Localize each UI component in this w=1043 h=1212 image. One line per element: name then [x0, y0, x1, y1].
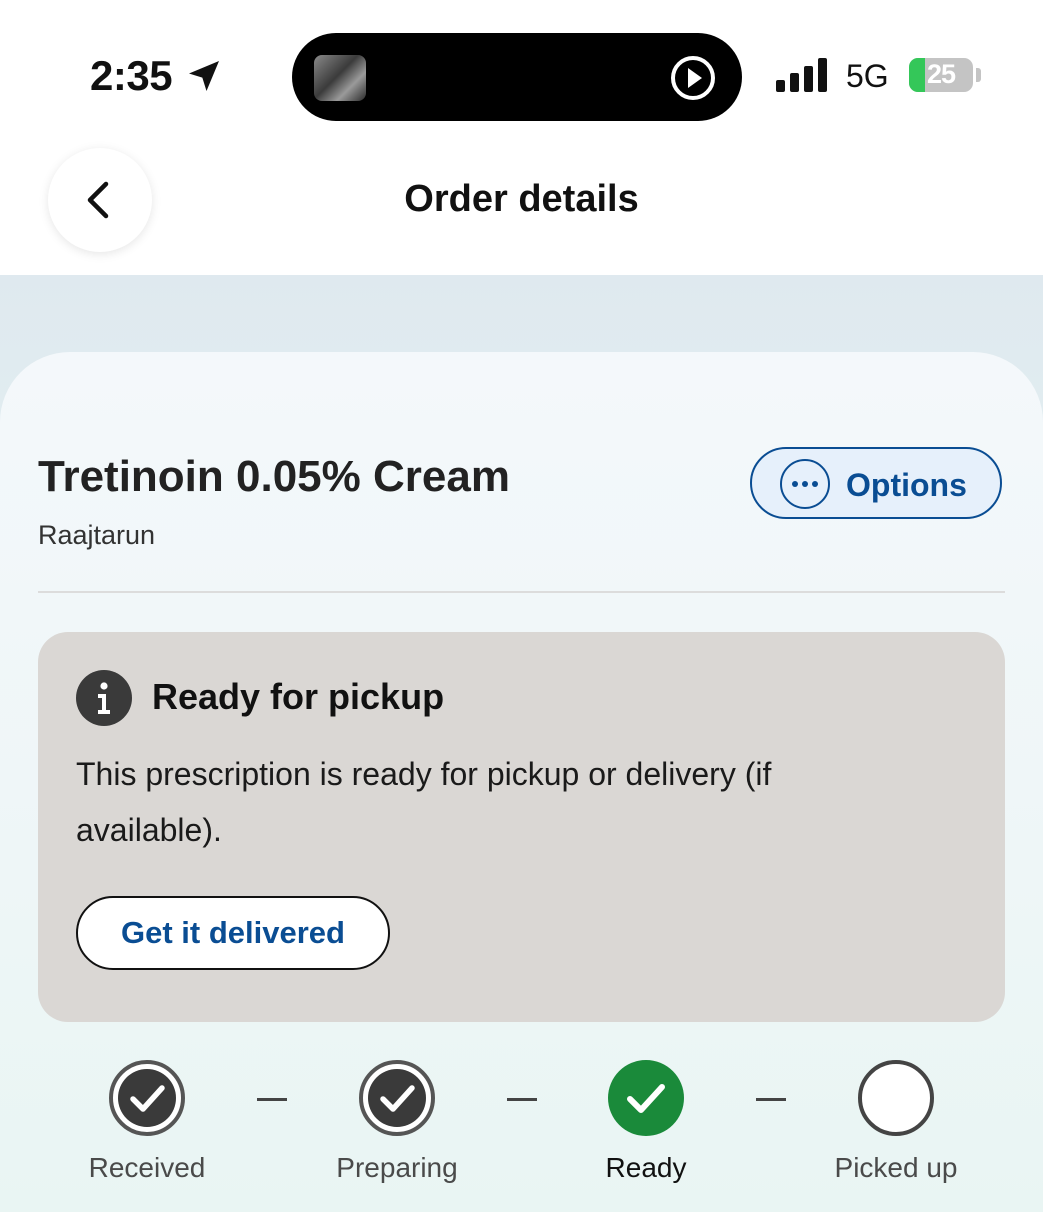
check-icon: [359, 1060, 435, 1136]
divider: [38, 591, 1005, 593]
medication-name: Tretinoin 0.05% Cream: [38, 452, 510, 501]
options-button[interactable]: Options: [750, 447, 1002, 519]
step-label-picked-up: Picked up: [834, 1152, 958, 1183]
tracker-step-picked-up: Picked up: [786, 1060, 1006, 1190]
status-message: This prescription is ready for pickup or…: [76, 756, 772, 848]
info-icon: [76, 670, 132, 726]
tracker-step-ready: Ready: [536, 1060, 756, 1190]
patient-name: Raajtarun: [38, 520, 156, 550]
check-icon: [608, 1060, 684, 1136]
page-title: Order details: [404, 178, 639, 220]
step-label-preparing: Preparing: [336, 1152, 458, 1183]
dynamic-island[interactable]: [292, 33, 742, 121]
location-arrow-icon: [189, 61, 219, 91]
more-dots-icon: [780, 459, 830, 509]
signal-icon: [776, 58, 827, 92]
tracker-step-received: Received: [37, 1060, 257, 1190]
step-label-received: Received: [88, 1152, 206, 1183]
battery-percent: 25: [926, 59, 956, 89]
battery-cap: [976, 68, 981, 82]
network-type: 5G: [846, 58, 889, 94]
step-label-ready: Ready: [605, 1152, 687, 1183]
status-bar: 2:35 5G 25: [0, 0, 1043, 140]
step-connector: [507, 1098, 537, 1101]
status-title: Ready for pickup: [152, 676, 445, 717]
tracker-step-preparing: Preparing: [287, 1060, 507, 1190]
play-icon[interactable]: [668, 53, 718, 103]
step-connector: [756, 1098, 786, 1101]
step-connector: [257, 1098, 287, 1101]
empty-circle-icon: [858, 1060, 934, 1136]
battery-icon: 25: [909, 58, 973, 92]
check-icon: [109, 1060, 185, 1136]
status-time: 2:35: [90, 52, 173, 99]
album-art: [314, 55, 366, 101]
options-label: Options: [846, 467, 967, 503]
status-box: Ready for pickup This prescription is re…: [38, 632, 1005, 1022]
get-it-delivered-button[interactable]: Get it delivered: [76, 896, 390, 970]
